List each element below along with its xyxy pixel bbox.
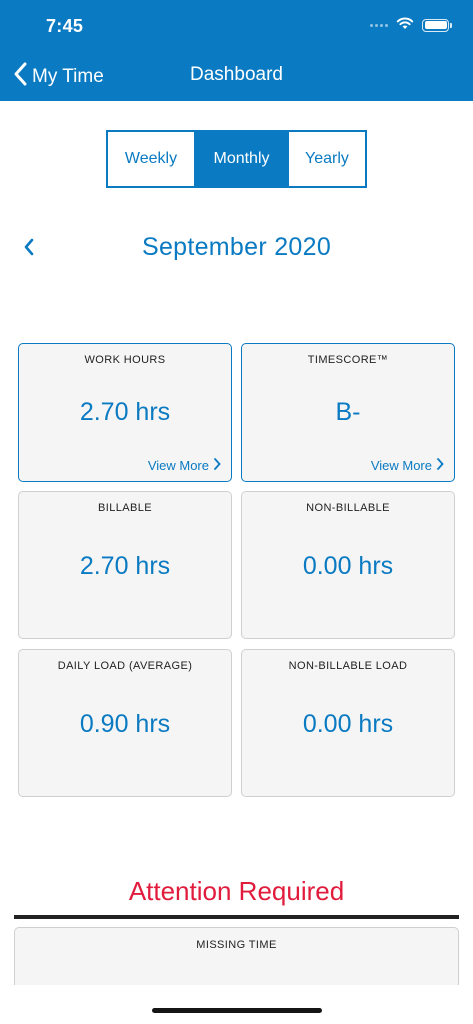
month-navigator: September 2020 (0, 225, 473, 271)
card-title: TIMESCORE™ (307, 354, 389, 366)
home-indicator[interactable] (152, 1008, 322, 1013)
tab-weekly[interactable]: Weekly (108, 132, 194, 186)
card-value: 0.00 hrs (302, 710, 394, 738)
bottom-safe-area (0, 985, 473, 1024)
period-segmented-control: Weekly Monthly Yearly (106, 130, 367, 188)
wifi-icon (396, 16, 414, 35)
attention-heading: Attention Required (128, 876, 345, 906)
chevron-right-icon (213, 458, 221, 473)
card-title: BILLABLE (98, 502, 152, 514)
view-more-label: View More (147, 458, 209, 473)
card-value: 2.70 hrs (79, 552, 171, 580)
battery-icon (422, 18, 452, 32)
card-title: NON-BILLABLE (306, 502, 390, 514)
card-title: MISSING TIME (196, 939, 277, 951)
page-title: Dashboard (190, 64, 283, 85)
card-value: 0.90 hrs (79, 710, 171, 738)
view-more-link[interactable]: View More (371, 458, 444, 473)
non-billable-card: NON-BILLABLE 0.00 hrs (241, 491, 455, 639)
section-divider (14, 915, 459, 919)
card-title: WORK HOURS (84, 354, 166, 366)
app-header: 7:45 My Time Dashboard (0, 0, 473, 101)
chevron-right-icon (436, 458, 444, 473)
billable-card: BILLABLE 2.70 hrs (18, 491, 232, 639)
status-time: 7:45 (46, 16, 84, 36)
card-value: 0.00 hrs (302, 552, 394, 580)
card-value: 2.70 hrs (79, 398, 171, 426)
non-billable-load-card: NON-BILLABLE LOAD 0.00 hrs (241, 649, 455, 797)
tab-monthly[interactable]: Monthly (194, 132, 287, 186)
view-more-link[interactable]: View More (148, 458, 221, 473)
timescore-card[interactable]: TIMESCORE™ B- View More (241, 343, 455, 482)
view-more-label: View More (370, 458, 432, 473)
cellular-signal-icon (370, 23, 388, 27)
card-title: NON-BILLABLE LOAD (288, 660, 408, 672)
tab-yearly[interactable]: Yearly (287, 132, 365, 186)
work-hours-card[interactable]: WORK HOURS 2.70 hrs View More (18, 343, 232, 482)
status-icons (370, 16, 452, 35)
daily-load-card: DAILY LOAD (AVERAGE) 0.90 hrs (18, 649, 232, 797)
month-label: September 2020 (141, 233, 332, 261)
card-value: B- (335, 398, 361, 426)
card-title: DAILY LOAD (AVERAGE) (57, 660, 193, 672)
